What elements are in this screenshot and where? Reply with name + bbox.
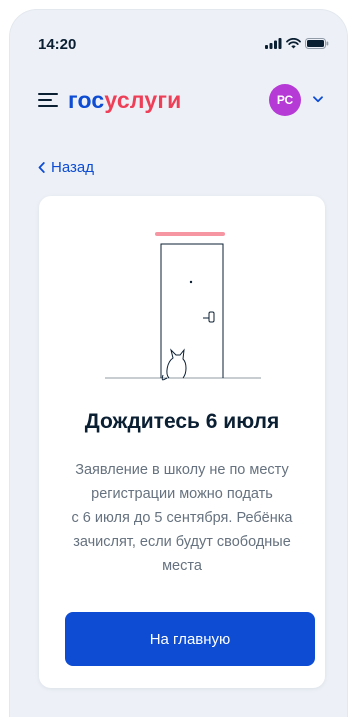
door-cat-illustration — [105, 232, 261, 381]
hamburger-menu-icon[interactable] — [38, 93, 58, 107]
go-home-button[interactable]: На главную — [65, 612, 315, 666]
status-bar: 14:20 — [10, 10, 347, 70]
page-title: Дождитесь 6 июля — [84, 410, 280, 433]
battery-icon — [305, 38, 329, 49]
app-header: госуслуги РС — [10, 76, 347, 124]
user-avatar[interactable]: РС — [269, 84, 301, 116]
description-line: зачислят, если будут свободные — [73, 534, 291, 550]
signal-icon — [265, 38, 282, 49]
description-line: регистрации можно подать — [91, 486, 273, 502]
chevron-down-icon[interactable] — [313, 96, 323, 103]
wifi-icon — [286, 38, 301, 49]
description-line: Заявление в школу не по месту — [75, 462, 289, 478]
logo-part-uslugi: услуги — [104, 87, 182, 113]
back-link[interactable]: Назад — [38, 159, 94, 176]
description-line: места — [162, 558, 202, 574]
phone-screen: 14:20 госуслуги РС Назад Дождитесь 6 июл… — [9, 9, 348, 717]
chevron-left-icon — [38, 162, 45, 173]
description-line: с 6 июля до 5 сентября. Ребёнка — [71, 510, 293, 526]
info-card: Дождитесь 6 июля Заявление в школу не по… — [39, 196, 325, 688]
logo-part-gos: гос — [68, 87, 105, 113]
back-label: Назад — [51, 159, 94, 176]
description-text: Заявление в школу не по месту регистраци… — [57, 458, 307, 578]
gosuslugi-logo[interactable]: госуслуги — [68, 87, 181, 114]
status-time: 14:20 — [38, 36, 77, 53]
system-icons — [265, 38, 329, 49]
